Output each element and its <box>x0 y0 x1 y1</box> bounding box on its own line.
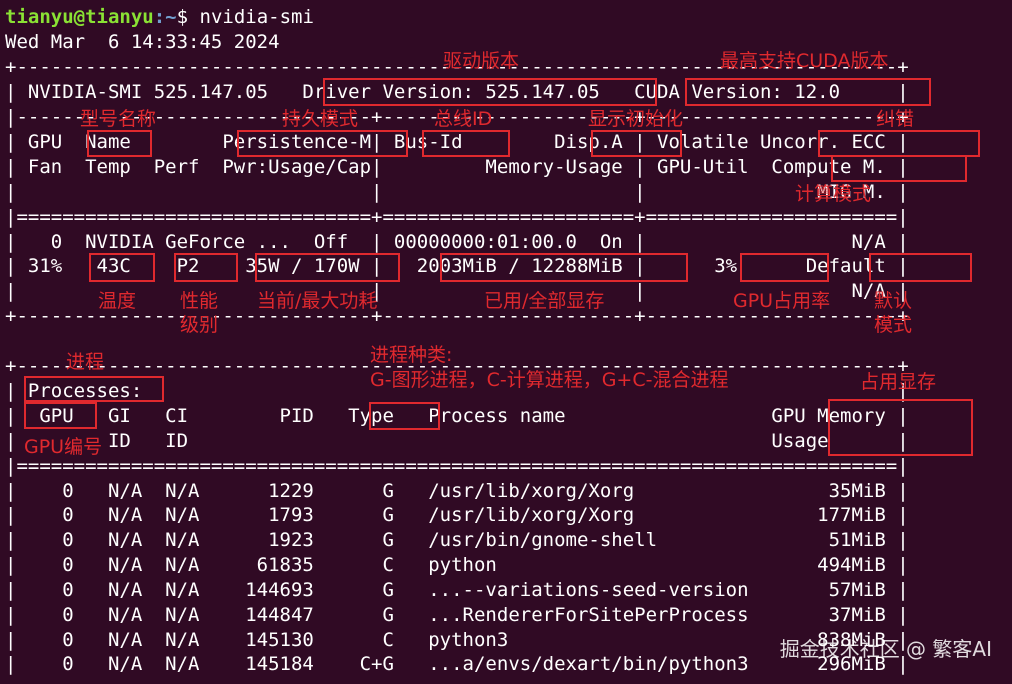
annotation-process-type: 进程种类: <box>370 344 453 366</box>
output-date-line: Wed Mar 6 14:33:45 2024 <box>5 31 280 53</box>
cuda-version-highlight <box>685 78 931 106</box>
annotation-gpu-memory: 占用显存 <box>860 371 937 393</box>
annotation-perf-level: 级别 <box>180 314 219 336</box>
process-row: | 0 N/A N/A 144693 G ...--variations-see… <box>5 579 909 601</box>
driver-version-highlight <box>323 78 657 106</box>
gpu-util-highlight <box>740 253 829 282</box>
process-row: | 0 N/A N/A 1793 G /usr/lib/xorg/Xorg 17… <box>5 504 909 526</box>
annotation-name: 型号名称 <box>80 108 157 130</box>
terminal-window[interactable]: tianyu@tianyu:~$ nvidia-smi Wed Mar 6 14… <box>0 0 1012 684</box>
prompt-path: :~ <box>153 6 177 28</box>
process-row: | 0 N/A N/A 144847 G ...RendererForSiteP… <box>5 604 909 626</box>
output-header-line: | Fan Temp Perf Pwr:Usage/Cap| Memory-Us… <box>5 156 909 178</box>
output-processes-header: | GPU GI CI PID Type Process name GPU Me… <box>5 405 909 427</box>
watermark: 掘金技术社区 @ 繁客AI <box>779 637 992 662</box>
prompt-symbol: $ <box>176 6 200 28</box>
annotation-perf: 性能 <box>180 290 219 312</box>
persistence-highlight <box>237 130 408 157</box>
annotation-persistence: 持久模式 <box>282 108 359 130</box>
process-row: | 0 N/A N/A 1923 G /usr/bin/gnome-shell … <box>5 529 909 551</box>
gpu-column-highlight <box>24 402 97 429</box>
output-line: |===============================+=======… <box>5 206 909 228</box>
annotation-process-type-desc: G-图形进程，C-计算进程，G+C-混合进程 <box>370 369 729 391</box>
annotation-bus-id: 总线ID <box>434 108 493 130</box>
output-gpu-line: | 0 NVIDIA GeForce ... Off | 00000000:01… <box>5 231 909 253</box>
process-row: | 0 N/A N/A 61835 C python 494MiB | <box>5 554 909 576</box>
output-header-line: | | | MIG M. | <box>5 181 909 203</box>
annotation-compute-mode: 计算模式 <box>795 183 872 205</box>
output-line: |=======================================… <box>5 455 909 477</box>
processes-highlight <box>24 376 164 402</box>
temperature-highlight <box>89 253 155 282</box>
annotation-gpu-id: GPU编号 <box>24 436 103 458</box>
annotation-temperature: 温度 <box>98 290 137 312</box>
annotation-process: 进程 <box>66 351 105 373</box>
perf-highlight <box>174 253 238 282</box>
type-column-highlight <box>369 402 440 430</box>
annotation-memory: 已用/全部显存 <box>484 290 605 312</box>
annotation-gpu-util: GPU占用率 <box>733 290 831 312</box>
shell-prompt-line: tianyu@tianyu:~$ nvidia-smi <box>5 5 314 30</box>
annotation-driver-version: 驱动版本 <box>443 50 520 72</box>
annotation-power: 当前/最大功耗 <box>257 290 378 312</box>
bus-id-highlight <box>422 130 510 157</box>
annotation-ecc: 纠错 <box>876 108 915 130</box>
annotation-display-init: 显示初始化 <box>588 108 684 130</box>
process-row: | 0 N/A N/A 145130 C python3 838MiB | <box>5 629 909 651</box>
annotation-default-mode: 模式 <box>874 314 913 336</box>
name-highlight <box>87 130 152 157</box>
disp-a-highlight <box>591 130 682 157</box>
power-highlight <box>255 253 400 282</box>
memory-usage-highlight <box>440 253 688 282</box>
output-processes-header: | ID ID Usage | <box>5 430 909 452</box>
prompt-command: nvidia-smi <box>199 6 314 28</box>
prompt-user: tianyu@tianyu <box>5 6 154 28</box>
annotation-default: 默认 <box>874 290 913 312</box>
compute-default-highlight <box>869 253 972 282</box>
ecc-highlight <box>818 130 980 157</box>
process-row: | 0 N/A N/A 145184 C+G ...a/envs/dexart/… <box>5 653 909 675</box>
compute-mode-highlight <box>831 155 967 182</box>
annotation-cuda-version: 最高支持CUDA版本 <box>720 50 889 72</box>
gpu-memory-column-highlight <box>828 399 973 456</box>
process-row: | 0 N/A N/A 1229 G /usr/lib/xorg/Xorg 35… <box>5 480 909 502</box>
